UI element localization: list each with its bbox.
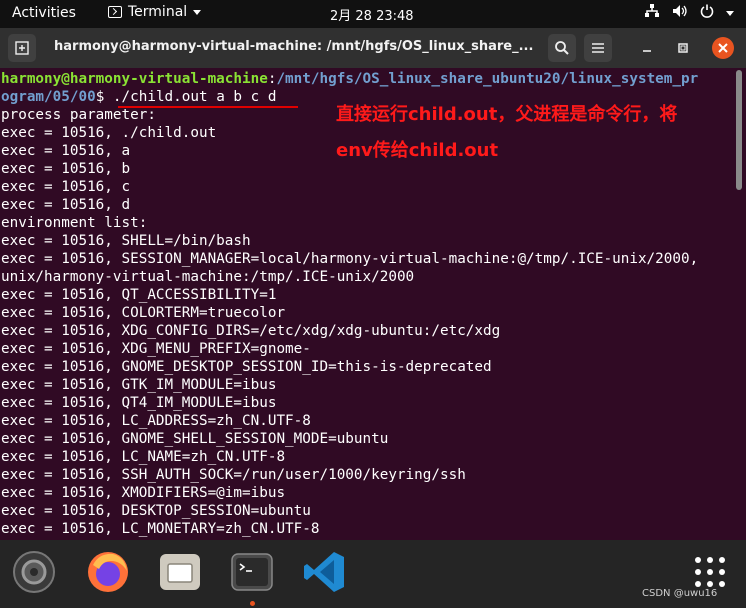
terminal-line: exec = 10516, GTK_IM_MODULE=ibus [1, 377, 277, 393]
terminal-line: unix/harmony-virtual-machine:/tmp/.ICE-u… [1, 269, 415, 285]
terminal-line: exec = 10516, d [1, 197, 131, 213]
top-bar: Activities Terminal 2月 28 23:48 [0, 0, 746, 28]
terminal-line: exec = 10516, c [1, 179, 131, 195]
minimize-button[interactable] [640, 40, 654, 54]
terminal-small-icon [108, 6, 122, 18]
chevron-down-icon [193, 9, 202, 15]
power-icon[interactable] [700, 4, 714, 22]
chevron-down-icon[interactable] [726, 10, 734, 16]
terminal-line: environment list: [1, 215, 148, 231]
prompt-symbol: $ [95, 89, 113, 105]
maximize-button[interactable] [676, 40, 690, 54]
clock[interactable]: 2月 28 23:48 [330, 5, 414, 24]
close-button[interactable] [712, 37, 734, 59]
activities-button[interactable]: Activities [12, 5, 76, 21]
terminal-line: exec = 10516, SHELL=/bin/bash [1, 233, 251, 249]
new-tab-icon [15, 41, 29, 55]
search-icon [555, 41, 569, 55]
prompt-user: harmony@harmony-virtual-machine [1, 71, 268, 87]
terminal-line: exec = 10516, XDG_CONFIG_DIRS=/etc/xdg/x… [1, 323, 501, 339]
terminal-line: exec = 10516, LC_NAME=zh_CN.UTF-8 [1, 449, 286, 465]
terminal-line: exec = 10516, ./child.out [1, 125, 217, 141]
app-menu[interactable]: Terminal [108, 4, 202, 20]
scrollbar[interactable] [736, 70, 742, 190]
terminal-line: exec = 10516, a [1, 143, 131, 159]
maximize-icon [678, 43, 688, 53]
terminal-line: exec = 10516, LC_MONETARY=zh_CN.UTF-8 [1, 521, 320, 537]
terminal-line: process parameter: [1, 107, 156, 123]
terminal-line: exec = 10516, SESSION_MANAGER=local/harm… [1, 251, 699, 267]
annotation-line-1: 直接运行child.out，父进程是命令行，将 [336, 104, 678, 125]
terminal-line: exec = 10516, GNOME_SHELL_SESSION_MODE=u… [1, 431, 389, 447]
app-menu-label: Terminal [128, 4, 188, 20]
command-text: ./child.out a b c d [112, 89, 277, 105]
window-title: harmony@harmony-virtual-machine: /mnt/hg… [54, 39, 534, 54]
terminal-line: exec = 10516, QT4_IM_MODULE=ibus [1, 395, 277, 411]
output-lines: process parameter: exec = 10516, ./child… [1, 107, 698, 537]
software-updater-icon[interactable] [10, 548, 58, 596]
terminal-icon[interactable] [228, 548, 276, 596]
command-underline [118, 106, 298, 108]
terminal-line: exec = 10516, COLORTERM=truecolor [1, 305, 286, 321]
terminal-line: exec = 10516, QT_ACCESSIBILITY=1 [1, 287, 277, 303]
terminal-line: exec = 10516, GNOME_DESKTOP_SESSION_ID=t… [1, 359, 492, 375]
prompt-path-1: /mnt/hgfs/OS_linux_share_ubuntu20/linux_… [276, 71, 699, 87]
files-icon[interactable] [156, 548, 204, 596]
terminal-line: exec = 10516, DESKTOP_SESSION=ubuntu [1, 503, 311, 519]
dock [0, 540, 746, 608]
window-titlebar: harmony@harmony-virtual-machine: /mnt/hg… [0, 28, 746, 68]
vscode-icon[interactable] [300, 548, 348, 596]
terminal-line: exec = 10516, XMODIFIERS=@im=ibus [1, 485, 286, 501]
terminal-line: exec = 10516, LC_ADDRESS=zh_CN.UTF-8 [1, 413, 311, 429]
terminal-view[interactable]: harmony@harmony-virtual-machine:/mnt/hgf… [0, 68, 746, 540]
firefox-icon[interactable] [84, 548, 132, 596]
running-indicator [250, 601, 255, 606]
prompt-path-2: ogram/05/00 [1, 89, 96, 105]
annotation-line-2: env传给child.out [336, 140, 499, 161]
volume-icon[interactable] [672, 4, 688, 22]
terminal-line: exec = 10516, SSH_AUTH_SOCK=/run/user/10… [1, 467, 466, 483]
network-icon[interactable] [644, 4, 660, 22]
watermark: CSDN @uwu16 [642, 588, 718, 599]
hamburger-menu-button[interactable] [584, 34, 612, 62]
minimize-icon [643, 50, 651, 52]
hamburger-icon [592, 43, 604, 53]
terminal-line: exec = 10516, b [1, 161, 131, 177]
close-icon [718, 43, 728, 53]
new-tab-button[interactable] [8, 34, 36, 62]
terminal-line: exec = 10516, XDG_MENU_PREFIX=gnome- [1, 341, 311, 357]
system-tray[interactable] [644, 4, 734, 22]
search-button[interactable] [548, 34, 576, 62]
